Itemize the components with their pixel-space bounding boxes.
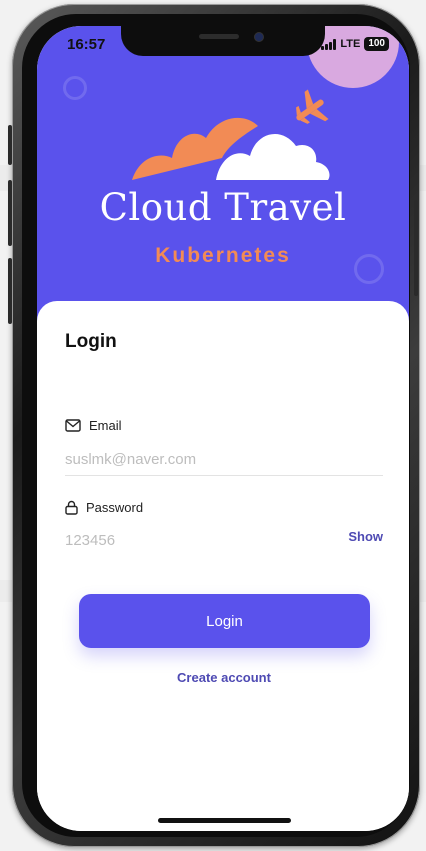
login-button[interactable]: Login [79, 594, 370, 648]
mute-switch [8, 125, 12, 165]
brand-subtitle: Kubernetes [155, 244, 291, 267]
show-password-button[interactable]: Show [348, 529, 383, 544]
hero-banner: Cloud Travel Kubernetes [37, 26, 409, 326]
create-account-link[interactable]: Create account [37, 670, 409, 685]
speaker [199, 34, 239, 39]
cloud-airplane-logo-icon [132, 89, 330, 180]
network-type: LTE [340, 38, 361, 50]
signal-icon [321, 38, 337, 50]
password-label: Password [65, 500, 143, 515]
notch [121, 26, 325, 56]
status-time: 16:57 [67, 36, 106, 53]
email-label: Email [65, 418, 122, 433]
home-indicator[interactable] [158, 818, 291, 823]
email-label-text: Email [89, 418, 122, 433]
front-camera [255, 33, 263, 41]
password-label-text: Password [86, 500, 144, 515]
volume-down-button [8, 258, 12, 324]
brand-title: Cloud Travel [99, 186, 347, 229]
envelope-icon [65, 419, 81, 432]
status-indicators: LTE 100 [321, 37, 389, 51]
login-heading: Login [65, 331, 117, 352]
email-field[interactable] [65, 449, 383, 469]
lock-icon [65, 500, 78, 515]
power-button [414, 200, 418, 296]
login-card: Login Email Password Show Login Create a… [37, 301, 409, 831]
battery-icon: 100 [364, 37, 389, 51]
decorative-ring [63, 76, 87, 100]
password-field[interactable] [65, 530, 325, 550]
email-underline [65, 475, 383, 476]
app-screen: Cloud Travel Kubernetes 16:57 LTE 100 Lo… [37, 26, 409, 831]
volume-up-button [8, 180, 12, 246]
airplane-icon [296, 89, 329, 124]
